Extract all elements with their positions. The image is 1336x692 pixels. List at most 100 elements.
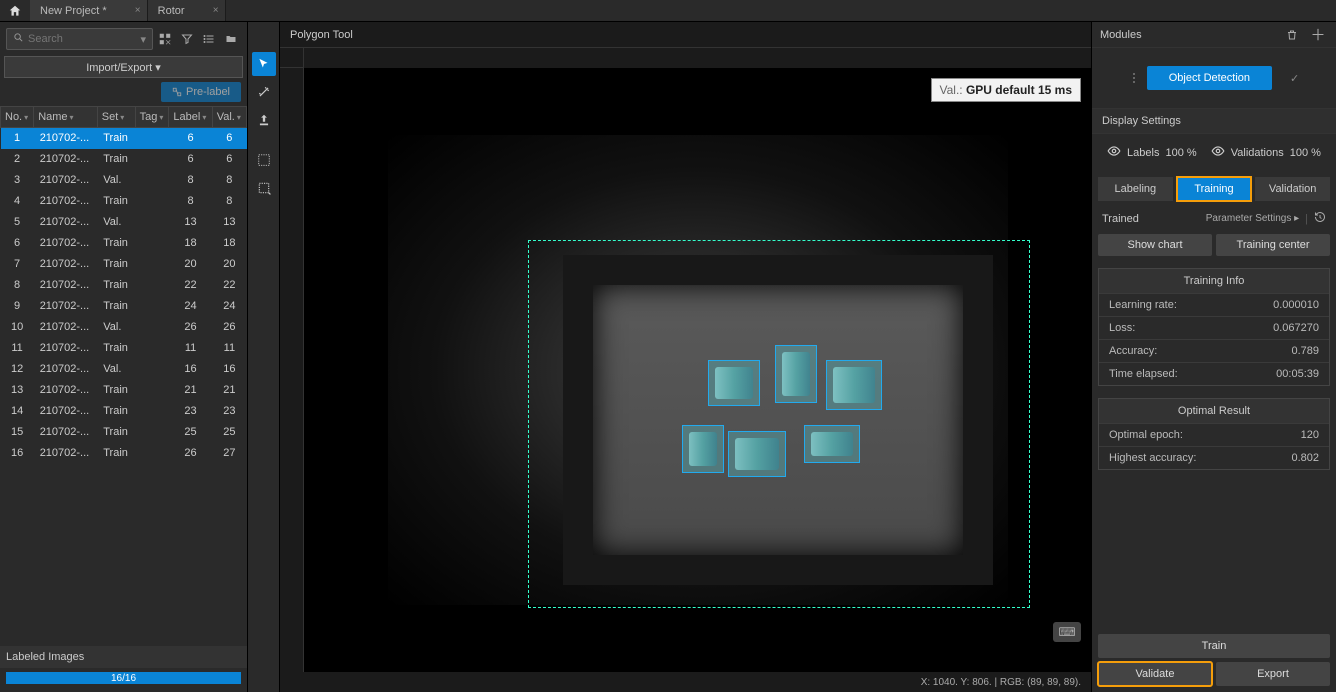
table-row[interactable]: 14210702-...Train2323 bbox=[1, 401, 247, 422]
chevron-down-icon[interactable]: ▾ bbox=[140, 33, 146, 46]
eye-icon[interactable] bbox=[1107, 144, 1121, 161]
col-set[interactable]: Set▾ bbox=[97, 107, 135, 128]
training-info-section: Training Info Learning rate:0.000010Loss… bbox=[1098, 268, 1330, 386]
show-chart-button[interactable]: Show chart bbox=[1098, 234, 1212, 256]
col-label[interactable]: Label▾ bbox=[169, 107, 212, 128]
training-info-title: Training Info bbox=[1099, 269, 1329, 293]
delete-icon[interactable] bbox=[1282, 25, 1302, 45]
detection-box[interactable] bbox=[708, 360, 760, 406]
detection-box[interactable] bbox=[682, 425, 724, 473]
table-row[interactable]: 1210702-...Train66 bbox=[1, 128, 247, 149]
table-row[interactable]: 12210702-...Val.1616 bbox=[1, 359, 247, 380]
eye-icon[interactable] bbox=[1211, 144, 1225, 161]
table-row[interactable]: 9210702-...Train2424 bbox=[1, 296, 247, 317]
keyboard-icon[interactable]: ⌨ bbox=[1053, 622, 1081, 642]
select-tool-icon[interactable] bbox=[252, 52, 276, 76]
home-icon[interactable] bbox=[0, 4, 30, 18]
filter-icon[interactable] bbox=[177, 29, 197, 49]
left-panel: ▾ Import/Export ▾ Pre-label No.▾ Name▾ S… bbox=[0, 22, 248, 692]
top-tab-bar: New Project * × Rotor × bbox=[0, 0, 1336, 22]
trained-status: Trained bbox=[1102, 213, 1139, 225]
tab-label: Rotor bbox=[158, 5, 185, 17]
info-row: Loss:0.067270 bbox=[1099, 316, 1329, 339]
list-icon[interactable] bbox=[199, 29, 219, 49]
image-table: No.▾ Name▾ Set▾ Tag▾ Label▾ Val.▾ 121070… bbox=[0, 106, 247, 464]
table-row[interactable]: 8210702-...Train2222 bbox=[1, 275, 247, 296]
tab-new-project[interactable]: New Project * × bbox=[30, 0, 148, 21]
viewport[interactable]: Val.: GPU default 15 ms ⌨ bbox=[304, 68, 1091, 672]
info-row: Optimal epoch:120 bbox=[1099, 423, 1329, 446]
tab-validation[interactable]: Validation bbox=[1255, 177, 1330, 201]
table-row[interactable]: 13210702-...Train2121 bbox=[1, 380, 247, 401]
prelabel-label: Pre-label bbox=[186, 86, 230, 98]
search-input-wrap: ▾ bbox=[6, 28, 153, 50]
close-icon[interactable]: × bbox=[135, 5, 141, 16]
module-object-detection[interactable]: Object Detection bbox=[1147, 66, 1272, 90]
training-center-button[interactable]: Training center bbox=[1216, 234, 1330, 256]
search-icon bbox=[13, 32, 24, 46]
parameter-settings-link[interactable]: Parameter Settings ▸ bbox=[1206, 213, 1299, 224]
tab-training[interactable]: Training bbox=[1177, 177, 1252, 201]
search-input[interactable] bbox=[28, 33, 140, 45]
train-button[interactable]: Train bbox=[1098, 634, 1330, 658]
col-tag[interactable]: Tag▾ bbox=[135, 107, 169, 128]
canvas-title: Polygon Tool bbox=[280, 22, 1091, 48]
table-row[interactable]: 11210702-...Train1111 bbox=[1, 338, 247, 359]
modules-title: Modules bbox=[1100, 29, 1142, 41]
labels-visibility-pct: 100 % bbox=[1165, 147, 1196, 159]
add-icon[interactable]: ＋ bbox=[1308, 25, 1328, 45]
tray-image bbox=[563, 255, 993, 585]
table-row[interactable]: 15210702-...Train2525 bbox=[1, 422, 247, 443]
history-icon[interactable] bbox=[1314, 211, 1326, 226]
progress-text: 16/16 bbox=[6, 672, 241, 684]
detection-box[interactable] bbox=[804, 425, 860, 463]
table-row[interactable]: 4210702-...Train88 bbox=[1, 191, 247, 212]
table-row[interactable]: 6210702-...Train1818 bbox=[1, 233, 247, 254]
detection-box[interactable] bbox=[728, 431, 786, 477]
detection-box[interactable] bbox=[775, 345, 817, 403]
table-row[interactable]: 3210702-...Val.88 bbox=[1, 170, 247, 191]
crop-tool-icon[interactable] bbox=[252, 176, 276, 200]
import-export-label: Import/Export ▾ bbox=[86, 61, 161, 74]
validate-button[interactable]: Validate bbox=[1098, 662, 1212, 686]
prelabel-button[interactable]: Pre-label bbox=[161, 82, 241, 102]
canvas-status: X: 1040. Y: 806. | RGB: (89, 89, 89). bbox=[280, 672, 1091, 692]
optimal-result-title: Optimal Result bbox=[1099, 399, 1329, 423]
table-row[interactable]: 5210702-...Val.1313 bbox=[1, 212, 247, 233]
display-settings-title: Display Settings bbox=[1092, 108, 1336, 134]
table-row[interactable]: 2210702-...Train66 bbox=[1, 149, 247, 170]
tab-label: New Project * bbox=[40, 5, 107, 17]
info-row: Time elapsed:00:05:39 bbox=[1099, 362, 1329, 385]
canvas-area: Polygon Tool 0 500 700 1000 1500 2k Val.… bbox=[280, 22, 1091, 692]
magic-wand-tool-icon[interactable] bbox=[252, 80, 276, 104]
validations-visibility-pct: 100 % bbox=[1290, 147, 1321, 159]
marquee-tool-icon[interactable] bbox=[252, 148, 276, 172]
drag-handle-icon[interactable] bbox=[1129, 73, 1139, 83]
image-grid-icon[interactable] bbox=[155, 29, 175, 49]
col-no[interactable]: No.▾ bbox=[1, 107, 34, 128]
status-labeled-images: Labeled Images bbox=[0, 646, 247, 668]
close-icon[interactable]: × bbox=[213, 5, 219, 16]
upload-tool-icon[interactable] bbox=[252, 108, 276, 132]
tool-panel bbox=[248, 22, 280, 692]
info-row: Highest accuracy:0.802 bbox=[1099, 446, 1329, 469]
right-panel: Modules ＋ Object Detection ✓ Display Set… bbox=[1091, 22, 1336, 692]
table-row[interactable]: 7210702-...Train2020 bbox=[1, 254, 247, 275]
detection-box[interactable] bbox=[826, 360, 882, 410]
optimal-result-section: Optimal Result Optimal epoch:120Highest … bbox=[1098, 398, 1330, 470]
ruler-vertical bbox=[280, 68, 304, 672]
folder-icon[interactable] bbox=[221, 29, 241, 49]
validations-visibility-label: Validations bbox=[1231, 147, 1284, 159]
tab-rotor[interactable]: Rotor × bbox=[148, 0, 226, 21]
check-icon: ✓ bbox=[1290, 72, 1299, 85]
info-row: Learning rate:0.000010 bbox=[1099, 293, 1329, 316]
table-row[interactable]: 16210702-...Train2627 bbox=[1, 443, 247, 464]
import-export-button[interactable]: Import/Export ▾ bbox=[4, 56, 243, 78]
info-row: Accuracy:0.789 bbox=[1099, 339, 1329, 362]
labels-visibility-label: Labels bbox=[1127, 147, 1159, 159]
tab-labeling[interactable]: Labeling bbox=[1098, 177, 1173, 201]
col-name[interactable]: Name▾ bbox=[34, 107, 98, 128]
col-val[interactable]: Val.▾ bbox=[212, 107, 246, 128]
export-button[interactable]: Export bbox=[1216, 662, 1330, 686]
table-row[interactable]: 10210702-...Val.2626 bbox=[1, 317, 247, 338]
